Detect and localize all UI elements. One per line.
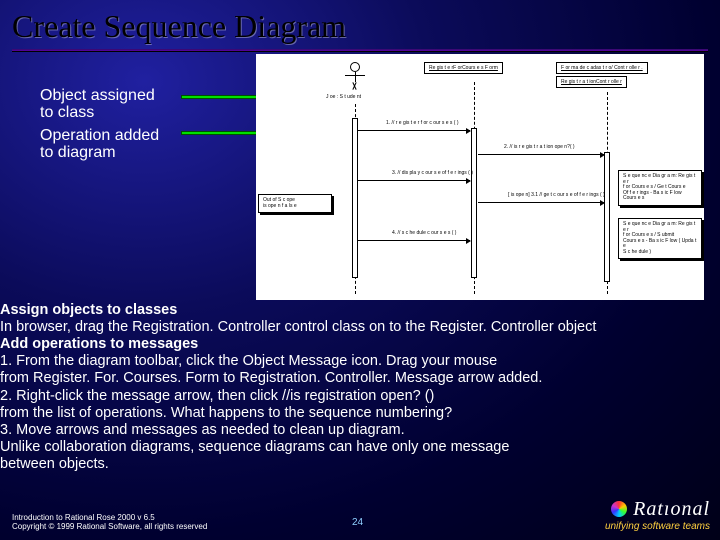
body-line: 1. From the diagram toolbar, click the O… xyxy=(0,353,497,369)
note-line: S c he dule ) xyxy=(623,249,651,255)
logo-brand: Ratıonal xyxy=(605,498,710,521)
body-text: Assign objects to classes In browser, dr… xyxy=(0,302,720,473)
footer-text: Introduction to Rational Rose 2000 v 6.5… xyxy=(12,513,207,532)
actor-icon xyxy=(350,62,360,82)
ref-box: S e que nc e Dia gr a m: Re gis t e r f … xyxy=(618,170,702,206)
page-number: 24 xyxy=(352,517,363,528)
callout-line: to class xyxy=(40,104,94,121)
body-line: In browser, drag the Registration. Contr… xyxy=(0,319,596,335)
note-line: is ope n f a ls e xyxy=(263,203,297,209)
message-arrow xyxy=(358,240,470,241)
note-line: Cours e s xyxy=(623,195,644,201)
body-line: from Register. For. Courses. Form to Reg… xyxy=(0,370,542,386)
message-label: 2. // is r e gis t r a t ion ope n?( ) xyxy=(504,144,575,150)
logo-tagline: unifying software teams xyxy=(605,521,710,532)
object-box-controller-2: Re gis t r a t ionCont r olle r xyxy=(556,76,627,88)
rational-logo: Ratıonal unifying software teams xyxy=(605,498,710,532)
body-line: Unlike collaboration diagrams, sequence … xyxy=(0,439,509,455)
activation-bar xyxy=(604,152,610,282)
message-arrow xyxy=(478,202,604,203)
message-label: [ is ope n] 3.1 // ge t c our s e of f e… xyxy=(508,192,605,198)
activation-bar xyxy=(352,118,358,278)
footer-line: Introduction to Rational Rose 2000 v 6.5 xyxy=(12,513,155,522)
subheading-addops: Add operations to messages xyxy=(0,336,198,352)
footer-line: Copyright © 1999 Rational Software, all … xyxy=(12,522,207,531)
body-line: from the list of operations. What happen… xyxy=(0,405,452,421)
message-label: 4. // s c he dule c our s e s ( ) xyxy=(392,230,456,236)
object-box-form: Re gis t e rF orCours e s F orm xyxy=(424,62,503,74)
activation-bar xyxy=(471,128,477,278)
callout-operation-added: Operation added to diagram xyxy=(40,128,159,162)
callout-object-assigned: Object assigned to class xyxy=(40,88,155,122)
callout-line: Operation added xyxy=(40,127,159,144)
body-line: 2. Right-click the message arrow, then c… xyxy=(0,388,434,404)
message-arrow xyxy=(478,154,604,155)
message-label: 1. // r e gis t e r f or c our s e s ( ) xyxy=(386,120,459,126)
note-line: Cours e s - Ba s ic F low ( Upda t e xyxy=(623,238,696,250)
callout-line: Object assigned xyxy=(40,87,155,104)
message-arrow xyxy=(358,180,470,181)
body-line: between objects. xyxy=(0,456,109,472)
callout-line: to diagram xyxy=(40,144,116,161)
note-line: S e que nc e Dia gr a m: Re gis t e r xyxy=(623,221,695,233)
message-label: 3. // dis pla y c our s e of f e r ings … xyxy=(392,170,473,176)
subheading-assign: Assign objects to classes xyxy=(0,302,177,318)
actor-label: J oe : S t ude nt xyxy=(326,94,361,100)
object-box-controller-1: F or ma de c adas t r o/ Cont r olle r . xyxy=(556,62,648,74)
title-underline xyxy=(12,49,708,52)
note-box: Out of S c ope is ope n f a ls e xyxy=(258,194,332,213)
message-arrow xyxy=(358,130,470,131)
sequence-diagram: J oe : S t ude nt Re gis t e rF orCours … xyxy=(256,54,704,300)
body-line: 3. Move arrows and messages as needed to… xyxy=(0,422,405,438)
slide-title: Create Sequence Diagram xyxy=(0,0,720,49)
note-line: S e que nc e Dia gr a m: Re gis t e r xyxy=(623,173,695,185)
ref-box: S e que nc e Dia gr a m: Re gis t e r f … xyxy=(618,218,702,259)
